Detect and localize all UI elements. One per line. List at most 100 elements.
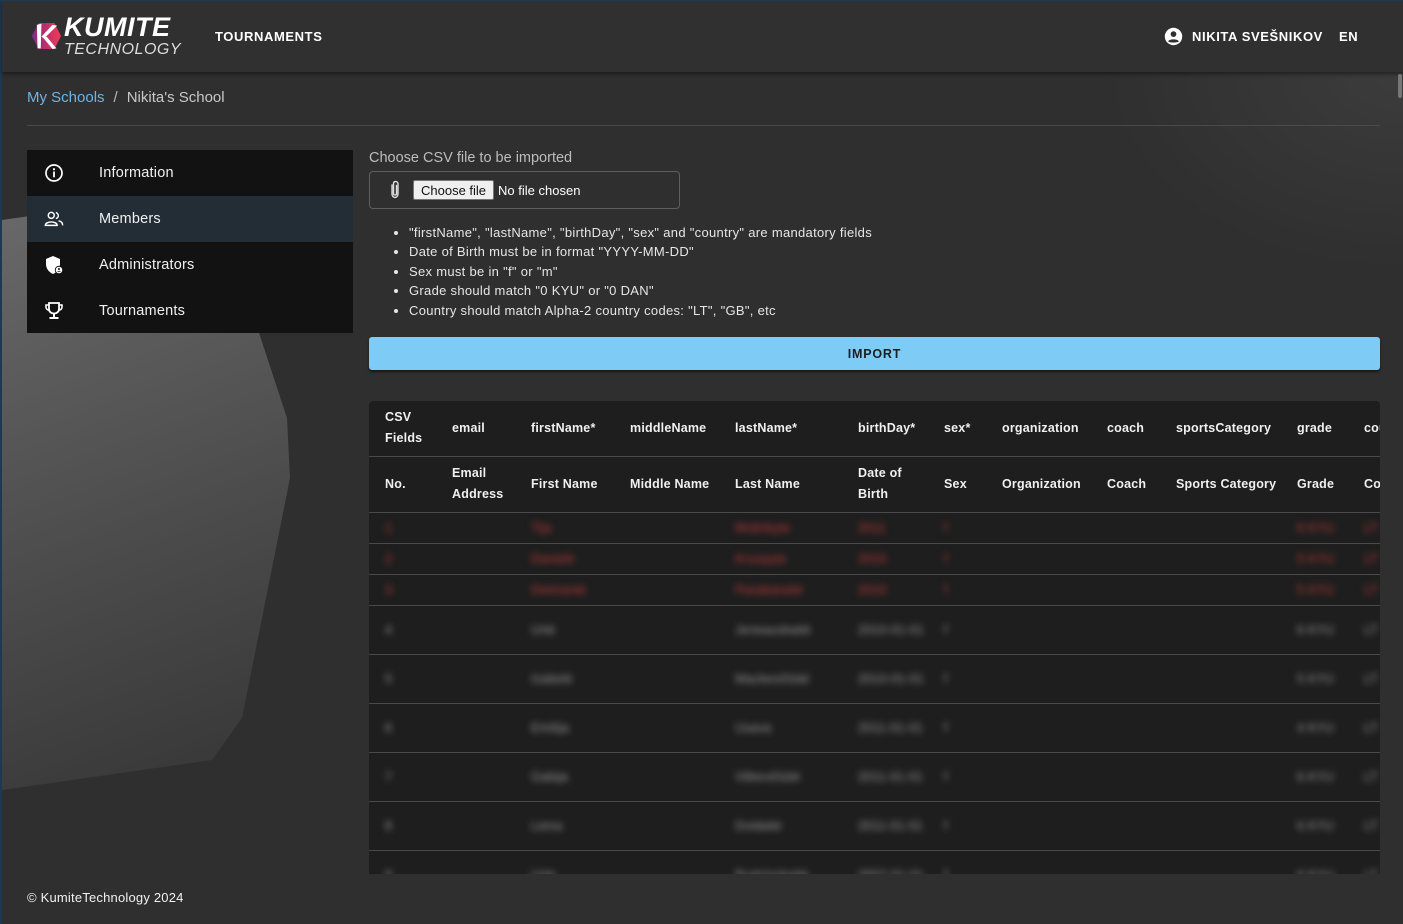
info-icon [44,163,64,183]
table-cell: f [928,801,986,851]
table-cell: f [928,654,986,704]
table-cell: LT [1348,703,1380,753]
table-cell [436,654,515,704]
column-label-header: Coach [1091,456,1160,513]
csv-fields-row: CSV Fields email firstName* middleName lastN… [369,401,1380,457]
column-label-header: Date of Birth [842,456,928,513]
table-cell [436,801,515,851]
account-circle-icon [1164,27,1183,46]
page-scrollbar[interactable] [1398,74,1402,98]
breadcrumb: My Schools / Nikita's School [27,89,225,106]
logo-subtitle: TECHNOLOGY [63,41,181,58]
table-cell [614,703,719,753]
cell-value: 2011 [858,520,886,535]
choose-file-button[interactable]: Choose file [413,180,495,200]
table-cell [614,654,719,704]
cell-value: 1 [385,520,393,535]
table-cell [1091,850,1160,874]
table-cell: LT [1348,654,1380,704]
table-cell: 8 [369,801,436,851]
cell-value: 2011-01-01 [858,818,924,833]
cell-value: 2010 [858,582,887,597]
column-label-header: First Name [515,456,614,513]
table-cell [986,605,1091,655]
table-cell: 7 [369,752,436,802]
cell-value: Tija [531,520,552,535]
table-cell: LT [1348,512,1380,544]
rule-item: Grade should match "0 KYU" or "0 DAN" [409,281,1380,300]
table-cell: Tija [515,512,614,544]
table-cell [1160,605,1281,655]
cell-value: f [944,520,948,535]
cell-value: 5 KYU [1297,551,1335,566]
cell-value: Rudzinskaitė [735,865,809,875]
table-cell: Urtė [515,605,614,655]
column-label-header: Organization [986,456,1091,513]
sidebar-item-members[interactable]: Members [27,196,353,242]
file-input-label: Choose CSV file to be imported [369,150,573,166]
nav-tournaments-link[interactable]: TOURNAMENTS [215,29,322,44]
csv-file-input[interactable]: Choose file No file chosen [369,171,680,209]
sidebar-item-information[interactable]: Information [27,150,353,196]
column-label-header: Email Address [436,456,515,513]
table-cell: Emilija [515,703,614,753]
sidebar-item-label: Members [99,211,161,227]
table-cell: f [928,543,986,575]
divider [27,125,1380,126]
logo-title: KUMITE [63,12,171,42]
table-row: 5 Izabelė Mackevičiūtė 2010-01-01 f 5 KYU LT [369,654,1380,704]
table-cell [436,605,515,655]
breadcrumb-my-schools[interactable]: My Schools [27,89,105,106]
table-cell: 2010 [842,574,928,606]
table-cell: 6 [369,703,436,753]
table-cell: 6 KYU [1281,752,1348,802]
table-cell [986,801,1091,851]
sidebar-item-tournaments[interactable]: Tournaments [27,288,353,333]
cell-value: LT [1364,520,1379,535]
table-cell [1091,703,1160,753]
cell-value: 6 KYU [1297,622,1335,637]
table-cell: f [928,574,986,606]
cell-value: f [944,582,948,597]
cell-value: Usava [735,720,772,735]
table-cell [1091,512,1160,544]
import-preview-table[interactable]: CSV Fields email firstName* middleName lastN… [369,401,1380,874]
table-cell [614,850,719,874]
csv-field-header: birthDay* [842,401,928,457]
table-cell [1091,574,1160,606]
logo[interactable]: KUMITE TECHNOLOGY [31,13,181,59]
table-cell [614,752,719,802]
language-selector[interactable]: EN [1339,29,1358,44]
cell-value: Vitkevičiūtė [735,769,801,784]
table-cell [436,543,515,575]
csv-field-header: firstName* [515,401,614,457]
cell-value: Motinkyte [735,520,791,535]
table-cell: 5 KYU [1281,654,1348,704]
import-button[interactable]: IMPORT [369,337,1380,371]
table-cell: 6 KYU [1281,512,1348,544]
table-cell: LT [1348,543,1380,575]
cell-value: 6 KYU [1297,769,1335,784]
cell-value: 4 [385,622,393,637]
table-cell [614,512,719,544]
cell-value: LT [1364,551,1379,566]
import-rules-list: "firstName", "lastName", "birthDay", "se… [369,223,1380,320]
table-cell: 2011-01-01 [842,703,928,753]
cell-value: 6 [385,720,393,735]
table-row: 6 Emilija Usava 2011-01-01 f 4 KYU LT [369,703,1380,753]
cell-value: Gabija [531,769,569,784]
table-row-error: 3 Deimantė Pasakaraitė 2010 f 5 KYU LT [369,574,1380,606]
cell-value: Emilija [531,720,570,735]
table-cell [986,703,1091,753]
table-cell: Mackevičiūtė [719,654,842,704]
table-cell: Vitkevičiūtė [719,752,842,802]
cell-value: Urtė [531,865,555,875]
paperclip-icon [391,180,399,199]
rule-item: Date of Birth must be in format "YYYY-MM… [409,242,1380,261]
sidebar-item-administrators[interactable]: Administrators [27,242,353,288]
user-menu-button[interactable]: NIKITA SVEŠNIKOV [1164,27,1323,46]
table-cell: 6 KYU [1281,605,1348,655]
cell-value: 6 KYU [1297,818,1335,833]
table-row-error: 1 Tija Motinkyte 2011 f 6 KYU LT [369,512,1380,544]
top-app-bar: KUMITE TECHNOLOGY TOURNAMENTS NIKITA SVE… [2,0,1403,72]
